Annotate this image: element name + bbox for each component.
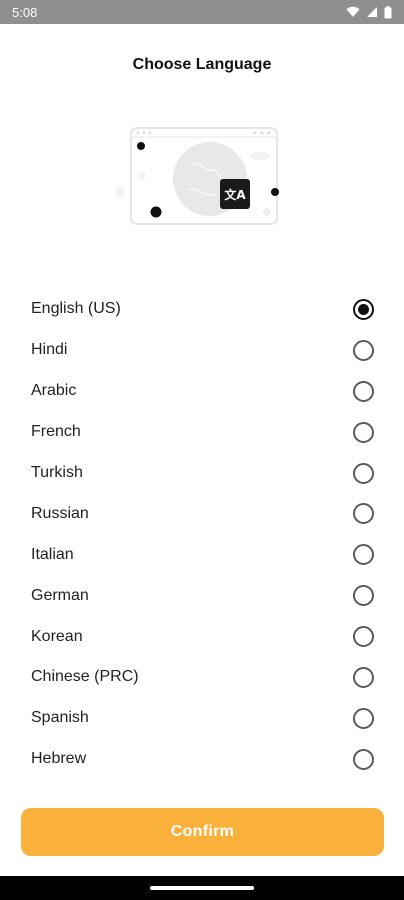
dot-top-left [137,142,145,150]
dot-right [271,188,279,196]
status-time: 5:08 [12,4,38,20]
translate-glyph: 文A [224,187,246,202]
radio-button[interactable] [353,748,374,770]
radio-button[interactable] [353,380,374,402]
language-option-turkish[interactable]: Turkish [0,453,404,494]
language-label: Italian [31,545,74,563]
language-option-hindi[interactable]: Hindi [0,330,404,371]
language-label: Hindi [31,341,68,359]
language-label: Hebrew [31,750,87,768]
language-illustration: 文A [112,120,292,232]
radio-button[interactable] [353,707,374,729]
language-option-german[interactable]: German [0,575,404,616]
language-option-korean[interactable]: Korean [0,616,404,657]
language-option-english-us[interactable]: English (US) [0,289,404,330]
radio-button[interactable] [353,585,374,607]
language-option-arabic[interactable]: Arabic [0,371,404,412]
language-label: Chinese (PRC) [31,668,139,686]
language-option-chinese-prc[interactable]: Chinese (PRC) [0,657,404,698]
language-label: Spanish [31,709,89,727]
page-title: Choose Language [132,56,272,73]
confirm-button[interactable]: Confirm [21,808,384,856]
radio-button[interactable] [353,421,374,443]
status-bar: 5:08 [0,0,404,24]
radio-button[interactable] [353,626,374,648]
battery-icon [384,5,392,18]
language-label: German [31,586,89,604]
home-gesture-handle[interactable] [150,886,254,890]
language-option-spanish[interactable]: Spanish [0,698,404,739]
language-label: English (US) [31,300,121,318]
language-label: French [31,423,81,441]
cell-signal-icon [367,7,377,17]
language-label: Russian [31,504,89,522]
language-label: Korean [31,627,83,645]
translate-icon: 文A [220,179,250,209]
language-option-hebrew[interactable]: Hebrew [0,739,404,780]
dot-bottom-left [150,206,162,218]
radio-button[interactable] [353,462,374,484]
radio-button-selected[interactable] [353,298,374,320]
radio-button[interactable] [353,666,374,688]
language-label: Turkish [31,464,83,481]
language-option-italian[interactable]: Italian [0,534,404,575]
radio-button[interactable] [353,503,374,525]
system-navigation-bar [0,876,404,900]
radio-button[interactable] [353,544,374,566]
status-icons [346,5,392,19]
language-list: English (US) Hindi Arabic French Turkish… [0,289,404,780]
radio-button[interactable] [353,339,374,361]
language-option-french[interactable]: French [0,412,404,453]
language-option-russian[interactable]: Russian [0,493,404,534]
language-label: Arabic [31,382,77,400]
wifi-icon [346,6,360,18]
